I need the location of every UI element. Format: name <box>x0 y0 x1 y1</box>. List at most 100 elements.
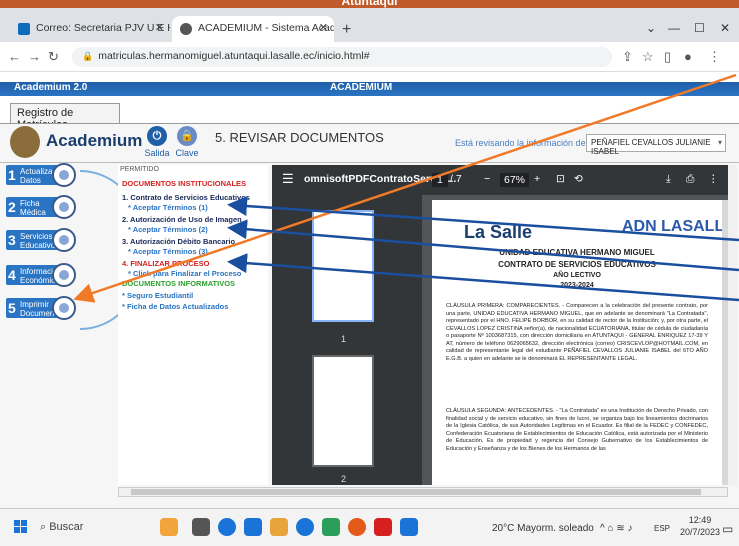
notification-icon[interactable]: ▭ <box>722 522 733 536</box>
finalize-link[interactable]: * Click para Finalizar el Proceso <box>128 269 241 278</box>
permit-label: PERMITIDO <box>120 166 159 173</box>
download-icon[interactable]: ⤓ <box>666 173 671 186</box>
page-horizontal-scrollbar[interactable] <box>118 487 728 497</box>
exit-button[interactable]: ⏻ Salida <box>140 126 174 158</box>
task-view-icon[interactable] <box>192 518 210 536</box>
scroll-thumb[interactable] <box>131 489 701 495</box>
print-icon[interactable]: ⎙ <box>686 173 694 186</box>
address-bar-row: ← → ↻ 🔒 matriculas.hermanomiguel.atuntaqu… <box>0 42 739 72</box>
tab-registro-matriculas[interactable]: Registro de Matrículas <box>10 103 120 131</box>
menu-icon[interactable]: ☰ <box>282 171 294 187</box>
step-imprimir-documentos[interactable]: 5 Imprimir Documentos <box>6 296 76 320</box>
clause-primera: CLÁUSULA PRIMERA: COMPARECIENTES. - Comp… <box>446 303 708 362</box>
pdf-toolbar: ☰ omnisoftPDFContratoServici... 1 / 7 − … <box>272 165 728 195</box>
tab-correo[interactable]: Correo: Secretaria PJV U E Herma ✕ <box>10 16 170 42</box>
menu-icon[interactable]: ⋮ <box>708 49 721 65</box>
zoom-level[interactable]: 67% <box>500 173 530 187</box>
profile-icon[interactable]: ● <box>684 49 692 64</box>
maximize-button[interactable]: ☐ <box>694 21 705 35</box>
rotate-icon[interactable]: ⟲ <box>574 173 583 185</box>
doc-3-title: 3. Autorización Débito Bancario <box>122 237 236 246</box>
divider <box>0 162 739 163</box>
page-vertical-scrollbar[interactable] <box>728 165 737 485</box>
app-header-bar: Academium 2.0 ACADEMIUM <box>0 82 739 96</box>
section-title: 5. REVISAR DOCUMENTOS <box>215 130 384 145</box>
lock-icon: 🔒 <box>177 126 197 146</box>
more-options-icon[interactable]: ⋮ <box>708 173 719 185</box>
back-icon[interactable]: ← <box>8 49 21 64</box>
chevron-down-icon[interactable]: ⌄ <box>646 21 656 35</box>
academium-logo-icon <box>10 126 40 158</box>
browser-tab-bar: Correo: Secretaria PJV U E Herma ✕ ACADE… <box>0 8 739 42</box>
zoom-in-button[interactable]: + <box>534 173 540 185</box>
edge-icon[interactable] <box>296 518 314 536</box>
app-icon[interactable] <box>348 518 366 536</box>
ficha-datos-link[interactable]: * Ficha de Datos Actualizados <box>122 302 228 311</box>
reload-icon[interactable]: ↻ <box>48 49 59 65</box>
bookmark-star-icon[interactable]: ☆ <box>642 49 654 65</box>
sidebar-icon[interactable]: ▯ <box>664 49 671 65</box>
power-icon: ⏻ <box>147 126 167 146</box>
chrome-icon[interactable] <box>218 518 236 536</box>
seguro-link[interactable]: * Seguro Estudiantil <box>122 291 193 300</box>
doc-2-accept-link[interactable]: * Aceptar Términos (2) <box>128 225 208 234</box>
folder-icon[interactable] <box>322 518 340 536</box>
revision-label: Está revisando la información de: <box>455 138 589 148</box>
thumbnail-label: 2 <box>341 474 347 484</box>
doc-3-accept-link[interactable]: * Aceptar Términos (3) <box>128 247 208 256</box>
step-ficha-medica[interactable]: 2 Ficha Médica <box>6 195 76 219</box>
doc-1-title: 1. Contrato de Servicios Educativos <box>122 193 250 202</box>
school-name: UNIDAD EDUCATIVA HERMANO MIGUEL <box>499 248 655 257</box>
taskbar-search[interactable]: ⌕ Buscar <box>40 521 83 534</box>
step-informacion-economica[interactable]: 4 Información Económica <box>6 263 76 287</box>
share-icon[interactable]: ⇪ <box>622 49 633 65</box>
school-year: 2023-2024 <box>560 282 594 289</box>
step-knob-icon <box>52 228 76 252</box>
close-icon[interactable]: ✕ <box>155 21 164 34</box>
close-icon[interactable]: ✕ <box>319 21 328 34</box>
tab-academium[interactable]: ACADEMIUM - Sistema Academ ✕ <box>172 16 334 42</box>
minimize-button[interactable]: — <box>668 21 680 35</box>
language-indicator[interactable]: ESP <box>654 524 670 533</box>
word-icon[interactable] <box>400 518 418 536</box>
new-tab-button[interactable]: + <box>342 21 351 39</box>
step-actualizar-datos[interactable]: 1 Actualizar Datos <box>6 163 76 187</box>
tab-label: ACADEMIUM - Sistema Academ <box>198 22 334 34</box>
page-number-input[interactable]: 1 <box>432 173 448 187</box>
app-name: ACADEMIUM <box>330 82 393 93</box>
step-knob-icon <box>52 195 76 219</box>
step-knob-icon <box>52 296 76 320</box>
doc-2-title: 2. Autorización de Uso de Imagen <box>122 215 242 224</box>
outlook-icon <box>18 23 30 35</box>
info-docs-header: DOCUMENTOS INFORMATIVOS <box>122 279 236 288</box>
lock-icon: 🔒 <box>82 51 94 61</box>
mail-icon[interactable] <box>244 518 262 536</box>
inst-docs-header: DOCUMENTOS INSTITUCIONALES <box>122 179 247 188</box>
system-tray[interactable]: ^ ⌂ ≋ ♪ <box>600 523 632 534</box>
zoom-out-button[interactable]: − <box>484 173 490 185</box>
close-window-button[interactable]: ✕ <box>720 21 730 35</box>
doc-4-title: 4. FINALIZAR PROCESO <box>122 259 210 268</box>
app-icon-red[interactable] <box>374 518 392 536</box>
adn-logo: ADN LASALLISTA <box>622 218 722 235</box>
page-thumbnail-1[interactable] <box>312 210 374 322</box>
lasalle-logo: La Salle <box>464 222 533 242</box>
doc-1-accept-link[interactable]: * Aceptar Términos (1) <box>128 203 208 212</box>
page-thumbnail-2[interactable] <box>312 355 374 467</box>
student-select[interactable]: PEÑAFIEL CEVALLOS JULIANIE ISABEL ▾ <box>586 134 726 156</box>
contract-title: CONTRATO DE SERVICIOS EDUCATIVOS <box>498 260 656 269</box>
password-button[interactable]: 🔒 Clave <box>170 126 204 158</box>
fit-page-icon[interactable]: ⊡ <box>556 173 565 185</box>
weather-widget[interactable]: 20°C Mayorm. soleado <box>492 523 594 534</box>
forward-icon[interactable]: → <box>28 49 41 64</box>
windows-start-icon[interactable] <box>14 520 28 534</box>
page-count: / 7 <box>450 173 462 185</box>
widgets-icon[interactable] <box>160 518 178 536</box>
step-servicios-educativos[interactable]: 3 Servicios Educativos <box>6 228 76 252</box>
chevron-down-icon: ▾ <box>717 138 722 147</box>
files-icon[interactable] <box>270 518 288 536</box>
step-knob-icon <box>52 163 76 187</box>
clock[interactable]: 12:49 20/7/2023 <box>680 514 720 538</box>
clause-segunda: CLÁUSULA SEGUNDA: ANTECEDENTES. - "La Co… <box>446 408 708 452</box>
url-input[interactable]: 🔒 matriculas.hermanomiguel.atuntaqui.lasa… <box>72 47 612 67</box>
